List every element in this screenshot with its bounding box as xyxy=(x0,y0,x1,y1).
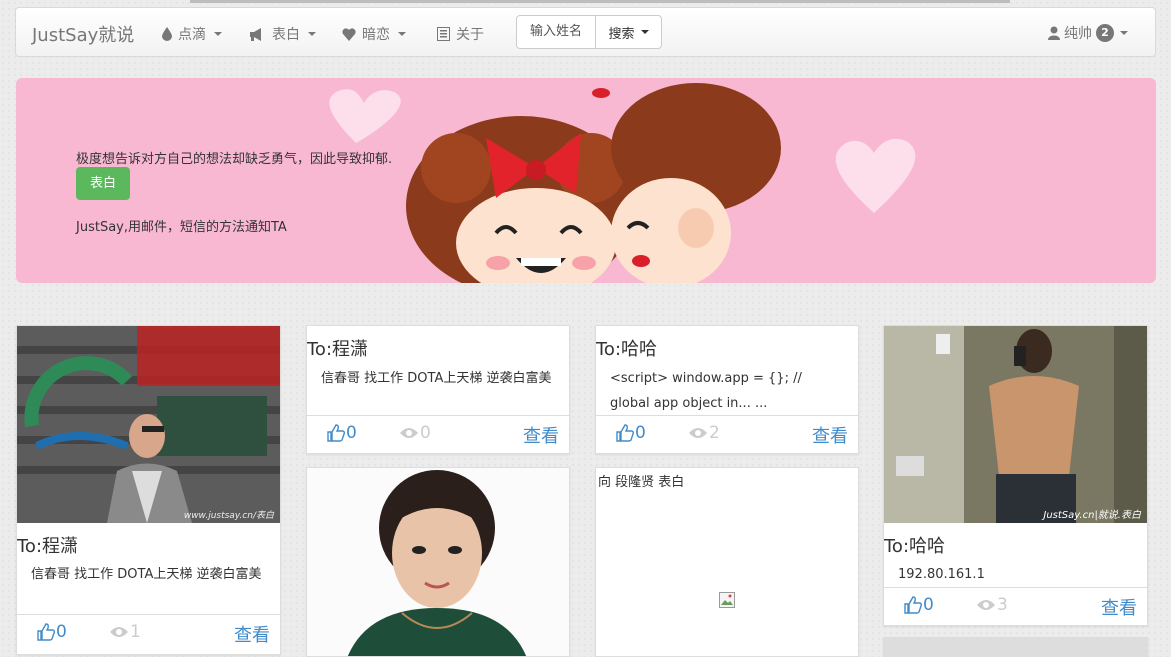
nav-item-label: 表白 xyxy=(272,27,300,43)
confess-button[interactable]: 表白 xyxy=(76,167,130,200)
view-count: 1 xyxy=(130,622,141,642)
card-footer: 0 1 查看 xyxy=(17,614,280,653)
view-details-link[interactable]: 查看 xyxy=(1101,594,1137,620)
card-title: To:哈哈 xyxy=(596,339,658,360)
eye-icon xyxy=(400,428,418,438)
search-button-label: 搜索 xyxy=(608,26,635,42)
search-group: 输入姓名 搜索 xyxy=(516,15,662,49)
chevron-down-icon xyxy=(308,32,316,36)
like-count: 0 xyxy=(346,423,357,443)
eye-icon xyxy=(110,627,128,637)
view-count-group: 2 xyxy=(688,423,720,443)
list-icon xyxy=(437,27,450,41)
eye-icon xyxy=(689,428,707,438)
view-count-group: 3 xyxy=(976,595,1008,615)
like-button[interactable]: 0 xyxy=(37,622,67,642)
nav-item-label: 点滴 xyxy=(178,27,206,43)
photo-watermark: www.justsay.cn/表白 xyxy=(183,511,274,521)
hero-banner: 极度想告诉对方自己的想法却缺乏勇气，因此导致抑郁. 表白 JustSay,用邮件… xyxy=(16,78,1156,283)
notification-badge: 2 xyxy=(1096,24,1114,42)
card-footer: 0 0 查看 xyxy=(307,415,569,453)
hero-description: 极度想告诉对方自己的想法却缺乏勇气，因此导致抑郁. xyxy=(76,152,393,167)
photo-mirror-selfie xyxy=(884,326,1147,523)
bullhorn-icon xyxy=(250,27,261,41)
post-card: JustSay.cn|就说.表白 To:哈哈 192.80.161.1 0 3 … xyxy=(883,325,1148,626)
user-icon xyxy=(1048,26,1060,40)
photo-watermark: JustSay.cn|就说.表白 xyxy=(1043,510,1141,521)
like-button[interactable]: 0 xyxy=(904,595,934,615)
nav-item-label: 关于 xyxy=(456,27,484,43)
like-count: 0 xyxy=(56,622,67,642)
card-text: 192.80.161.1 xyxy=(898,567,985,582)
chevron-down-icon xyxy=(398,32,406,36)
nav-item-dian-di[interactable]: 点滴 xyxy=(162,24,222,44)
search-button[interactable]: 搜索 xyxy=(596,15,662,49)
nav-item-label: 暗恋 xyxy=(362,27,390,43)
photo-girl-portrait xyxy=(307,468,569,656)
thumbs-up-icon xyxy=(904,596,922,614)
drop-icon xyxy=(162,27,172,41)
card-photo[interactable] xyxy=(307,468,569,656)
thumbs-up-icon xyxy=(37,623,55,641)
card-title: To:程潇 xyxy=(17,536,79,557)
post-card: To:哈哈 <script> window.app = {}; // globa… xyxy=(595,325,859,454)
like-count: 0 xyxy=(635,423,646,443)
post-card: 向 段隆贤 表白 xyxy=(595,467,859,657)
view-count: 0 xyxy=(420,423,431,443)
view-count-group: 0 xyxy=(399,423,431,443)
card-text: 信春哥 找工作 DOTA上天梯 逆袭白富美 xyxy=(31,567,262,582)
card-footer: 0 2 查看 xyxy=(596,415,858,453)
card-footer: 0 3 查看 xyxy=(884,587,1147,625)
nav-item-an-lian[interactable]: 暗恋 xyxy=(342,24,406,44)
card-text: <script> window.app = {}; // global app … xyxy=(610,371,802,411)
thumbs-up-icon xyxy=(616,424,634,442)
hero-subtitle: JustSay,用邮件，短信的方法通知TA xyxy=(76,220,287,235)
photo-man-landmark xyxy=(17,326,280,523)
nav-item-guan-yu[interactable]: 关于 xyxy=(437,24,484,44)
user-menu[interactable]: 纯帅 2 xyxy=(1048,23,1128,43)
card-photo[interactable]: www.justsay.cn/表白 xyxy=(17,326,280,523)
view-details-link[interactable]: 查看 xyxy=(234,621,270,647)
like-button[interactable]: 0 xyxy=(327,423,357,443)
nav-item-biao-bai[interactable]: 表白 xyxy=(250,24,316,44)
view-count-group: 1 xyxy=(109,622,141,642)
chevron-down-icon xyxy=(1120,31,1128,35)
user-name: 纯帅 xyxy=(1064,26,1092,42)
search-input[interactable]: 输入姓名 xyxy=(516,15,596,49)
post-card: To:程潇 信春哥 找工作 DOTA上天梯 逆袭白富美 0 0 查看 xyxy=(306,325,570,454)
view-count: 2 xyxy=(709,423,720,443)
view-count: 3 xyxy=(997,595,1008,615)
chevron-down-icon xyxy=(214,32,222,36)
navbar: JustSay就说 点滴 表白 暗恋 关于 输入姓名 搜索 纯帅 2 xyxy=(15,7,1156,57)
view-details-link[interactable]: 查看 xyxy=(523,422,559,448)
post-card xyxy=(883,637,1148,657)
eye-icon xyxy=(977,600,995,610)
card-title: To:程潇 xyxy=(307,339,369,360)
like-count: 0 xyxy=(923,595,934,615)
view-details-link[interactable]: 查看 xyxy=(812,422,848,448)
top-scrollbar xyxy=(190,0,1010,3)
couple-illustration xyxy=(329,83,916,283)
post-card xyxy=(306,467,570,657)
chevron-down-icon xyxy=(640,30,649,34)
brand-logo[interactable]: JustSay就说 xyxy=(32,21,134,47)
like-button[interactable]: 0 xyxy=(616,423,646,443)
card-photo[interactable]: JustSay.cn|就说.表白 xyxy=(884,326,1147,523)
post-card: www.justsay.cn/表白 To:程潇 信春哥 找工作 DOTA上天梯 … xyxy=(16,325,281,655)
broken-image-icon xyxy=(719,592,735,608)
heart-icon xyxy=(342,27,356,41)
card-text: 信春哥 找工作 DOTA上天梯 逆袭白富美 xyxy=(321,371,552,386)
card-header: 向 段隆贤 表白 xyxy=(598,475,685,490)
thumbs-up-icon xyxy=(327,424,345,442)
card-title: To:哈哈 xyxy=(884,536,946,557)
